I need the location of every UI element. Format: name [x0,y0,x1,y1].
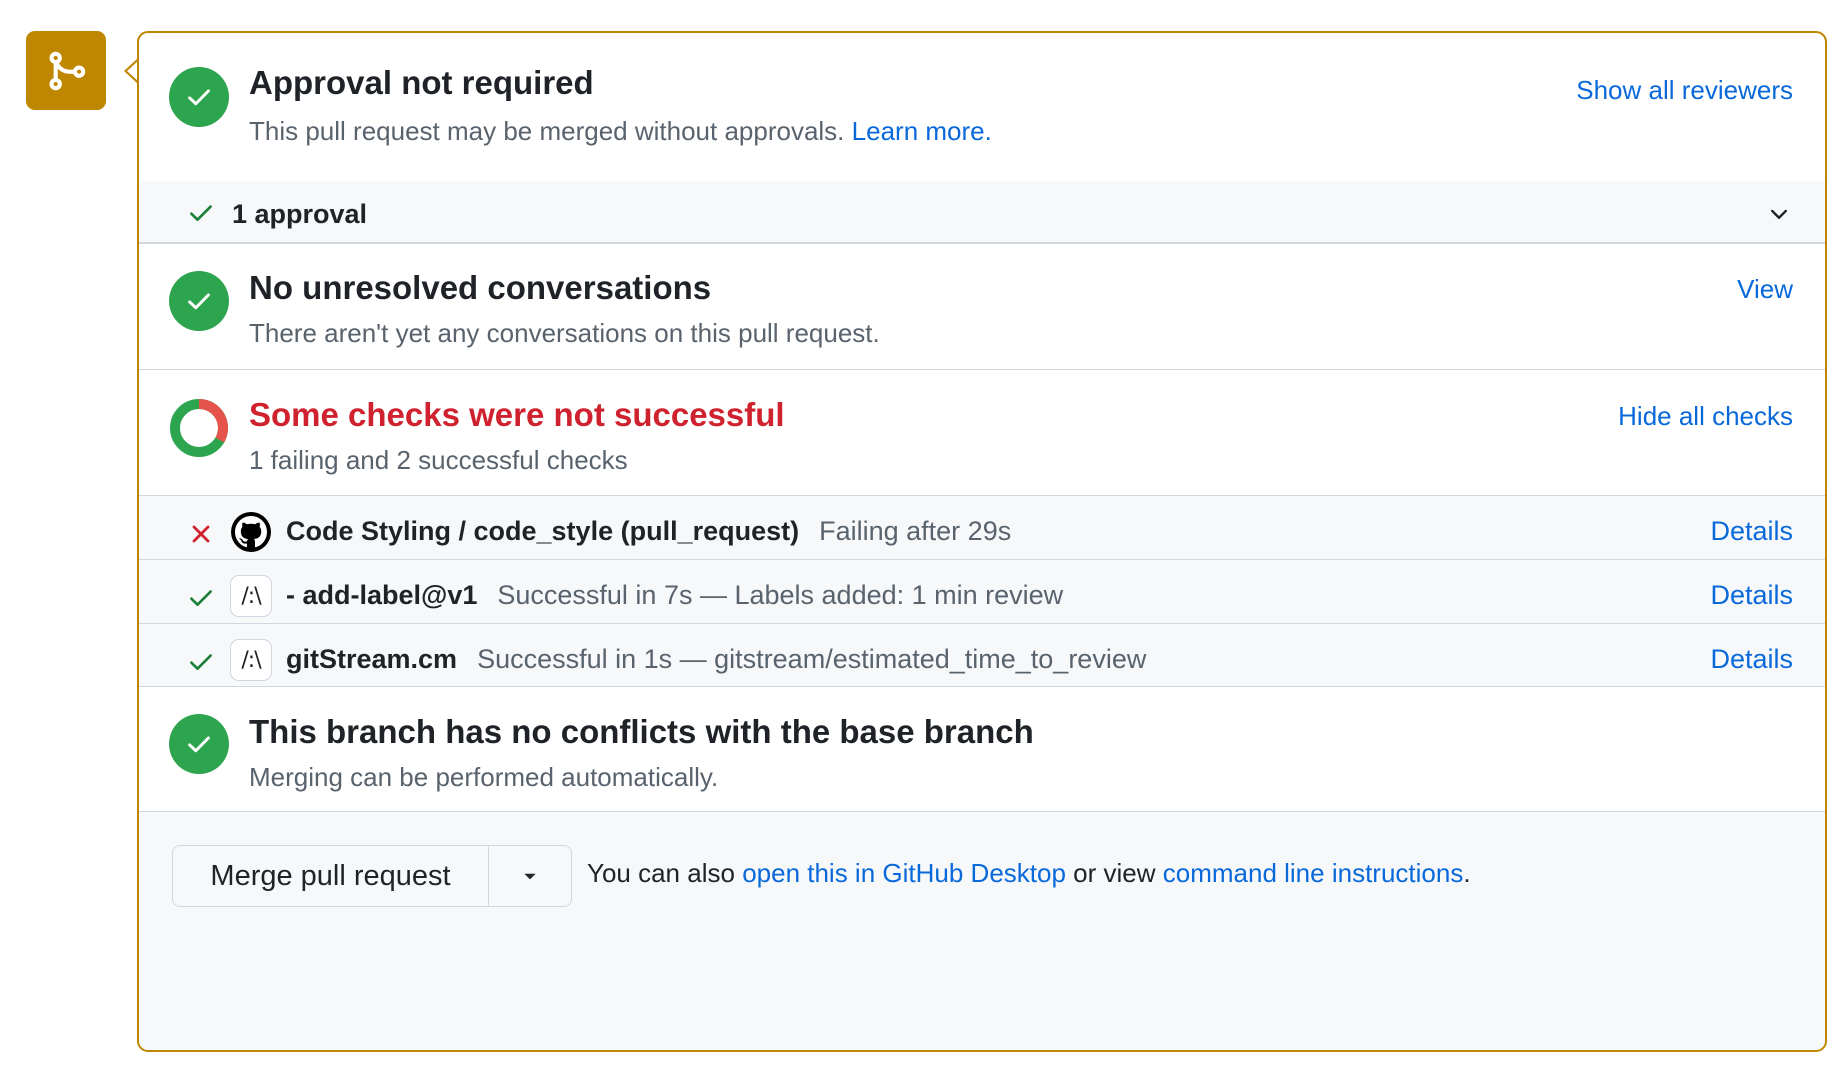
git-merge-icon [49,51,86,90]
check-row: /:\ gitStream.cm Successful in 1s — gitst… [139,624,1825,686]
merge-alternatives-note: You can also open this in GitHub Desktop… [587,858,1471,888]
conflicts-title: This branch has no conflicts with the ba… [249,713,1034,750]
conversations-section: No unresolved conversations There aren't… [139,244,1825,369]
open-in-github-desktop-link[interactable]: open this in GitHub Desktop [742,858,1066,888]
check-row: Code Styling / code_style (pull_request)… [139,496,1825,559]
learn-more-link[interactable]: Learn more. [852,116,992,146]
conversations-title: No unresolved conversations [249,269,712,306]
checks-section: Some checks were not successful 1 failin… [139,370,1825,495]
gitstream-logo-avatar: /:\ [230,575,272,617]
x-icon [192,525,210,543]
approvals-count: 1 approval [232,199,368,229]
check-name: - add-label@v1 [286,580,478,610]
triangle-down-icon [524,873,536,880]
merge-area: Merge pull request You can also open thi… [139,812,1825,1050]
check-row: /:\ - add-label@v1 Successful in 7s — Lab… [139,560,1825,623]
check-description: Failing after 29s [819,516,1012,546]
check-circle-icon [169,714,229,774]
show-all-reviewers-link[interactable]: Show all reviewers [1576,75,1793,106]
checks-title: Some checks were not successful [249,396,785,433]
conversations-subtitle: There aren't yet any conversations on th… [249,318,880,348]
check-details-link[interactable]: Details [1710,580,1793,611]
check-description: Successful in 1s — gitstream/estimated_t… [477,644,1147,674]
check-description: Successful in 7s — Labels added: 1 min r… [497,580,1064,610]
check-icon [190,590,212,606]
merge-button-group: Merge pull request [172,845,572,907]
approval-title: Approval not required [249,64,594,101]
check-name: Code Styling / code_style (pull_request) [286,516,800,546]
gitstream-logo-icon: /:\ [241,583,261,609]
command-line-instructions-link[interactable]: command line instructions [1163,858,1464,888]
chevron-down-icon[interactable] [1767,202,1791,226]
check-name: gitStream.cm [286,644,458,674]
merge-options-dropdown-button[interactable] [489,846,571,906]
partial-status-ring-icon [170,399,228,457]
conflicts-subtitle: Merging can be performed automatically. [249,762,719,792]
check-circle-icon [169,271,229,331]
checks-subtitle: 1 failing and 2 successful checks [249,445,628,475]
approvals-toggle[interactable]: 1 approval [139,181,1825,244]
check-details-link[interactable]: Details [1710,644,1793,675]
gitstream-logo-avatar: /:\ [230,639,272,681]
check-details-link[interactable]: Details [1710,516,1793,547]
hide-all-checks-link[interactable]: Hide all checks [1618,401,1793,432]
conflicts-section: This branch has no conflicts with the ba… [139,687,1825,811]
check-icon [190,205,212,221]
approval-section: Approval not required This pull request … [139,33,1825,181]
merge-status-badge [26,31,106,110]
merge-pull-request-button[interactable]: Merge pull request [173,846,489,906]
merge-box: Approval not required This pull request … [137,31,1827,1052]
gitstream-logo-icon: /:\ [241,647,261,673]
check-circle-icon [169,67,229,127]
check-icon [190,654,212,670]
view-conversations-link[interactable]: View [1737,274,1793,305]
approval-subtitle: This pull request may be merged without … [249,116,992,146]
github-logo-icon [235,516,267,548]
github-logo-avatar [231,512,271,552]
